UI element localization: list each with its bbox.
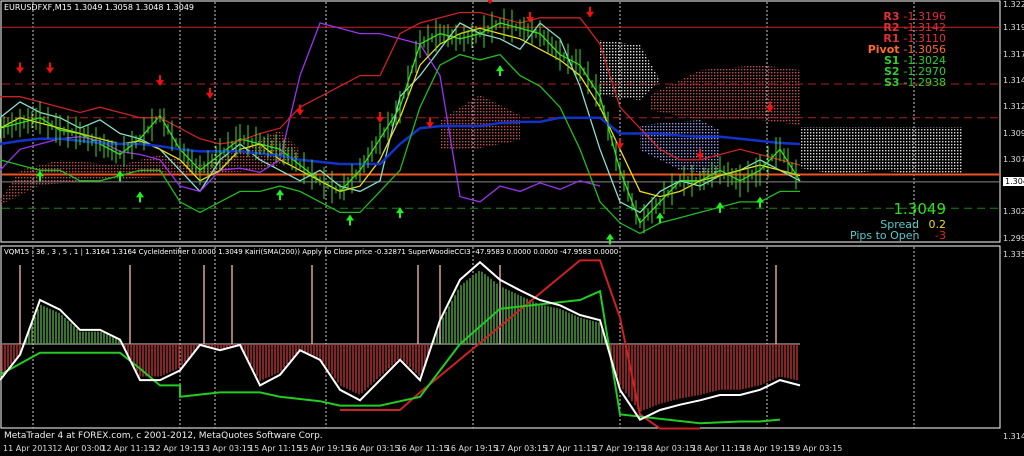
pips-row: Pips to Open -3 bbox=[850, 229, 946, 242]
time-tick: 19 Apr 03:15 bbox=[790, 444, 843, 453]
cloud-region bbox=[600, 40, 660, 100]
down-arrow-icon bbox=[16, 62, 24, 74]
price-series bbox=[0, 8, 801, 235]
time-tick: 12 Apr 19:15 bbox=[150, 444, 203, 453]
time-tick: 18 Apr 19:15 bbox=[741, 444, 794, 453]
time-tick: 17 Apr 03:15 bbox=[495, 444, 548, 453]
up-arrow-icon bbox=[756, 196, 764, 208]
time-tick: 17 Apr 11:15 bbox=[544, 444, 597, 453]
price-tick: 1.3195 bbox=[1003, 23, 1024, 33]
cloud-region bbox=[0, 130, 300, 205]
time-tick: 15 Apr 19:15 bbox=[298, 444, 351, 453]
price-tick: 1.3020 bbox=[1003, 207, 1024, 217]
pivot-value: -1.2938 bbox=[903, 76, 946, 89]
down-arrow-icon bbox=[46, 62, 54, 74]
current-price: 1.3049 bbox=[893, 200, 947, 218]
time-tick: 16 Apr 11:15 bbox=[396, 444, 449, 453]
price-tick: 1.3145 bbox=[1003, 75, 1024, 85]
oscillator-tick: 1.3141 bbox=[1003, 432, 1024, 441]
price-tick: 1.3170 bbox=[1003, 49, 1024, 59]
oscillator-tick: 1.3352 bbox=[1003, 250, 1024, 259]
up-arrow-icon bbox=[606, 233, 614, 245]
pips-label: Pips to Open bbox=[849, 229, 920, 242]
time-tick: 12 Apr 11:15 bbox=[101, 444, 154, 453]
down-arrow-icon bbox=[616, 138, 624, 150]
up-arrow-icon bbox=[346, 214, 354, 226]
up-arrow-icon bbox=[396, 207, 404, 219]
price-tick: 1.3070 bbox=[1003, 154, 1024, 164]
up-arrow-icon bbox=[276, 189, 284, 201]
green-step-line bbox=[0, 289, 781, 425]
cloud-region bbox=[640, 120, 720, 175]
pips-value: -3 bbox=[935, 229, 946, 242]
oscillator-plot bbox=[0, 259, 801, 430]
price-tick: 1.3049 bbox=[1003, 176, 1024, 186]
time-tick: 18 Apr 03:15 bbox=[642, 444, 695, 453]
time-tick: 15 Apr 11:15 bbox=[249, 444, 302, 453]
time-tick: 11 Apr 2013 bbox=[3, 444, 53, 453]
cloud-region bbox=[650, 65, 800, 125]
price-tick: 1.3095 bbox=[1003, 128, 1024, 138]
time-tick: 16 Apr 19:15 bbox=[445, 444, 498, 453]
time-tick: 16 Apr 03:15 bbox=[347, 444, 400, 453]
down-arrow-icon bbox=[586, 6, 594, 18]
time-tick: 17 Apr 19:15 bbox=[593, 444, 646, 453]
chart-canvas[interactable] bbox=[0, 0, 1024, 456]
time-tick: 18 Apr 11:15 bbox=[691, 444, 744, 453]
indicator-info: VQM15 : 36 , 3 , 5 , 1 | 1.3164 1.3164 C… bbox=[4, 248, 619, 256]
up-arrow-icon bbox=[496, 65, 504, 77]
down-arrow-icon bbox=[376, 111, 384, 123]
price-tick: 1.2995 bbox=[1003, 233, 1024, 243]
price-tick: 1.3220 bbox=[1003, 0, 1024, 9]
pivot-row-s3: S3 -1.2938 bbox=[884, 76, 946, 89]
time-tick: 13 Apr 03:15 bbox=[199, 444, 252, 453]
up-arrow-icon bbox=[716, 201, 724, 213]
pivot-name: S3 bbox=[883, 76, 900, 89]
up-arrow-icon bbox=[136, 191, 144, 203]
cloud-region bbox=[800, 127, 962, 175]
price-tick: 1.3120 bbox=[1003, 102, 1024, 112]
down-arrow-icon bbox=[206, 87, 214, 99]
symbol-info: EURUSDFXF,M15 1.3049 1.3058 1.3048 1.304… bbox=[4, 3, 195, 12]
copyright-text: MetaTrader 4 at FOREX.com, c 2001-2012, … bbox=[4, 431, 323, 441]
time-tick: 12 Apr 03:00 bbox=[52, 444, 105, 453]
